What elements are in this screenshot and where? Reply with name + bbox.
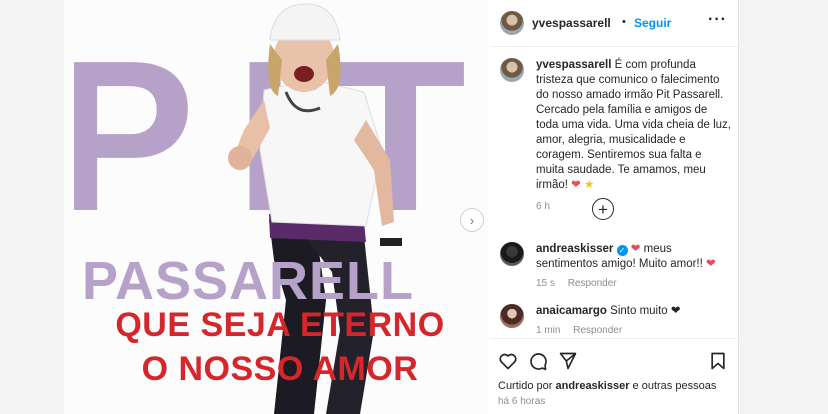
share-icon[interactable] [558,351,578,371]
post-side-panel: yvespassarell • Seguir ··· yvespassarell… [490,0,738,414]
post-image[interactable]: PIT [64,0,488,414]
load-more-comments-icon[interactable]: + [592,198,614,220]
follow-button[interactable]: Seguir [634,16,671,30]
comment-age: 1 min [536,325,561,336]
header-separator: • [622,16,626,28]
comment-avatar[interactable] [500,304,524,328]
comment-username[interactable]: anaicamargo [536,305,607,317]
more-options-icon[interactable]: ··· [708,11,727,29]
comment-age: 15 s [536,278,555,289]
caption-emoji: ❤ ★ [571,179,595,191]
caption-avatar[interactable] [500,58,524,82]
reply-button[interactable]: Responder [573,325,622,336]
likes-summary: Curtido por andreaskisser e outras pesso… [498,380,716,392]
heart-emoji: ❤ [630,243,641,255]
caption-text: É com profunda tristeza que comunico o f… [536,59,731,191]
next-image-arrow-icon[interactable]: › [460,208,484,232]
avatar[interactable] [500,11,524,35]
header-username[interactable]: yvespassarell [532,16,611,30]
action-bar [490,338,738,379]
post-timestamp: há 6 horas [498,396,546,407]
heart-icon[interactable] [498,351,518,371]
comment-username[interactable]: andreaskisser [536,243,613,255]
instagram-post: PIT [64,0,739,414]
heart-emoji: ❤ [706,258,716,270]
black-heart-emoji: ❤ [670,305,681,317]
comment-item: anaicamargo Sinto muito ❤ 1 min Responde… [536,304,732,338]
comment-icon[interactable] [528,351,548,371]
comment-avatar[interactable] [500,242,524,266]
slogan-line-1: QUE SEJA ETERNO [115,306,445,344]
likes-suffix: e outras pessoas [632,380,717,392]
likes-prefix: Curtido por [498,380,553,392]
slogan-line-2: O NOSSO AMOR [141,350,419,388]
passarell-text: PASSARELL [82,251,415,311]
caption-age: 6 h [536,201,550,212]
bookmark-icon[interactable] [708,351,728,371]
reply-button[interactable]: Responder [568,278,617,289]
likes-user[interactable]: andreaskisser [555,380,629,392]
comment-text: Sinto muito [610,305,668,317]
verified-badge-icon: ✓ [616,245,628,256]
comment-item: andreaskisser ✓ ❤ meus sentimentos amigo… [536,242,732,291]
post-caption: yvespassarell É com profunda tristeza qu… [536,58,732,214]
caption-username[interactable]: yvespassarell [536,59,611,71]
post-header: yvespassarell • Seguir ··· [490,0,738,47]
